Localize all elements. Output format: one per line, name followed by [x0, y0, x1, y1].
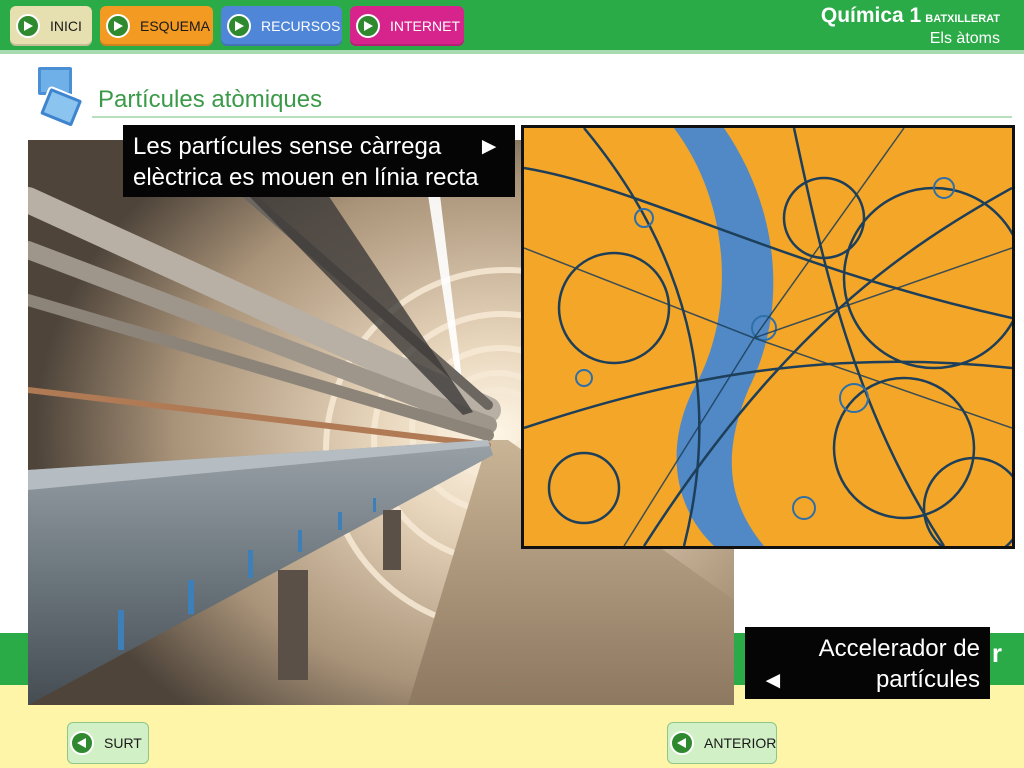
- nav-button-esquema[interactable]: ESQUEMA: [100, 6, 213, 46]
- nav-button-inici[interactable]: INICI: [10, 6, 92, 46]
- play-icon: [227, 14, 251, 38]
- band-text: r: [991, 638, 1002, 668]
- play-icon: [106, 14, 130, 38]
- tracks-illustration: [524, 128, 1012, 546]
- page-title: Partícules atòmiques: [98, 86, 323, 113]
- back-arrow-icon: [670, 731, 694, 755]
- left-arrow-icon: ◄: [761, 667, 785, 694]
- caption-particle-accelerator: Accelerador de partícules ◄: [745, 627, 990, 699]
- brand-subtitle: BATXILLERAT: [925, 13, 1000, 25]
- top-bar-divider: [0, 50, 1024, 54]
- particle-tracks-photo: [521, 125, 1015, 549]
- nav-button-label: ESQUEMA: [140, 18, 211, 34]
- brand-title-text: Química 1: [820, 4, 922, 27]
- caption-line: partícules: [875, 666, 980, 693]
- caption-line: elèctrica es mouen en línia recta: [133, 164, 479, 191]
- nav-button-label: RECURSOS: [261, 18, 341, 34]
- slides-icon: [36, 65, 84, 128]
- nav-button-label: INTERNET: [390, 18, 460, 34]
- play-icon: [356, 14, 380, 38]
- exit-button-label: SURT: [104, 735, 142, 751]
- nav-button-label: INICI: [50, 18, 82, 34]
- caption-line: Les partícules sense càrrega: [133, 133, 442, 160]
- brand-title: Química 1 BATXILLERAT: [821, 4, 1000, 28]
- exit-button[interactable]: SURT: [67, 722, 149, 764]
- brand-unit: Els àtoms: [929, 30, 1000, 47]
- brand-block: Química 1 BATXILLERAT Els àtoms: [821, 4, 1000, 48]
- back-arrow-icon: [70, 731, 94, 755]
- previous-button[interactable]: ANTERIOR: [667, 722, 777, 764]
- play-icon: [16, 14, 40, 38]
- nav-button-internet[interactable]: INTERNET: [350, 6, 464, 46]
- caption-line: Accelerador de: [818, 635, 980, 662]
- right-arrow-icon: ►: [477, 133, 501, 160]
- title-rule: [92, 116, 1012, 118]
- previous-button-label: ANTERIOR: [704, 735, 777, 751]
- nav-button-recursos[interactable]: RECURSOS: [221, 6, 342, 46]
- caption-neutral-particles: Les partícules sense càrrega elèctrica e…: [123, 125, 515, 197]
